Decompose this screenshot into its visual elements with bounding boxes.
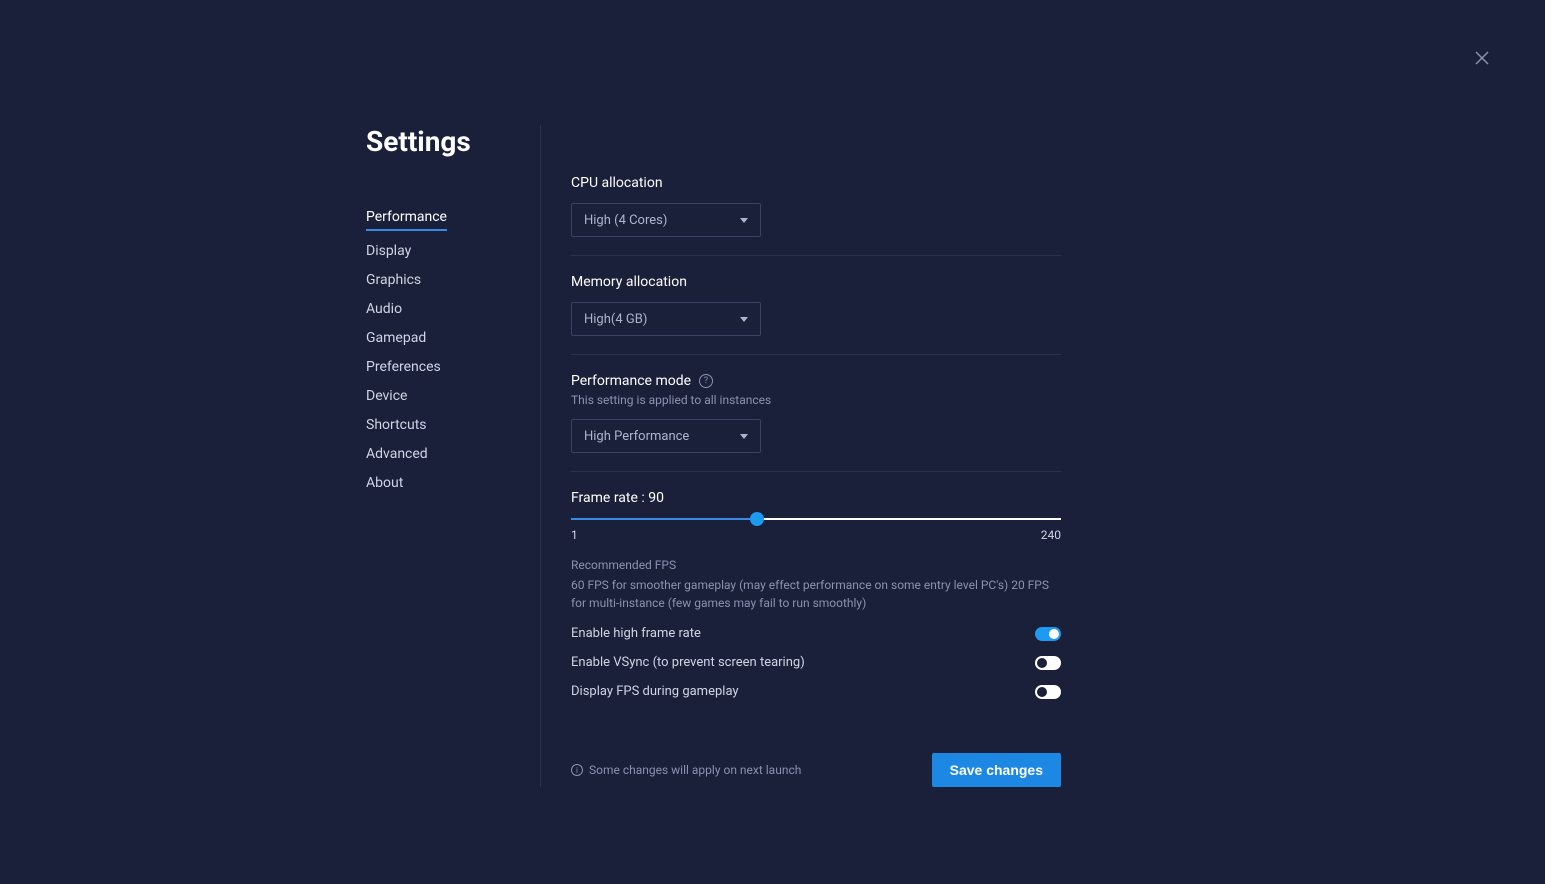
memory-allocation-label: Memory allocation [571, 274, 1061, 290]
slider-min: 1 [571, 528, 578, 542]
nav-item-device[interactable]: Device [366, 382, 520, 411]
cpu-allocation-dropdown[interactable]: High (4 Cores) [571, 203, 761, 237]
nav-item-performance[interactable]: Performance [366, 203, 447, 231]
slider-thumb[interactable] [750, 512, 764, 526]
close-icon [1474, 50, 1490, 66]
recommended-fps-body: 60 FPS for smoother gameplay (may effect… [571, 576, 1061, 612]
frame-rate-slider[interactable]: 1 240 [571, 518, 1061, 542]
memory-allocation-dropdown[interactable]: High(4 GB) [571, 302, 761, 336]
nav-item-shortcuts[interactable]: Shortcuts [366, 411, 520, 440]
nav-item-audio[interactable]: Audio [366, 295, 520, 324]
enable-high-frame-label: Enable high frame rate [571, 626, 701, 641]
cpu-allocation-value: High (4 Cores) [584, 213, 667, 228]
nav-item-advanced[interactable]: Advanced [366, 440, 520, 469]
caret-down-icon [740, 218, 748, 223]
caret-down-icon [740, 317, 748, 322]
close-button[interactable] [1474, 50, 1490, 66]
enable-vsync-label: Enable VSync (to prevent screen tearing) [571, 655, 805, 670]
cpu-allocation-label: CPU allocation [571, 175, 1061, 191]
slider-max: 240 [1041, 528, 1061, 542]
display-fps-toggle[interactable] [1035, 685, 1061, 699]
enable-vsync-toggle[interactable] [1035, 656, 1061, 670]
save-changes-button[interactable]: Save changes [932, 753, 1061, 787]
frame-rate-label: Frame rate : 90 [571, 490, 1061, 506]
nav-item-display[interactable]: Display [366, 237, 520, 266]
display-fps-label: Display FPS during gameplay [571, 684, 739, 699]
caret-down-icon [740, 434, 748, 439]
nav-item-preferences[interactable]: Preferences [366, 353, 520, 382]
nav-item-about[interactable]: About [366, 469, 520, 498]
nav-item-gamepad[interactable]: Gamepad [366, 324, 520, 353]
nav-list: Performance DisplayGraphicsAudioGamepadPr… [366, 203, 520, 498]
enable-high-frame-toggle[interactable] [1035, 627, 1061, 641]
nav-item-graphics[interactable]: Graphics [366, 266, 520, 295]
recommended-fps-title: Recommended FPS [571, 558, 1061, 572]
page-title: Settings [366, 125, 520, 158]
performance-mode-label: Performance mode ? [571, 373, 1061, 389]
footer-note: i Some changes will apply on next launch [571, 763, 801, 777]
performance-mode-dropdown[interactable]: High Performance [571, 419, 761, 453]
info-icon: i [571, 764, 583, 776]
memory-allocation-value: High(4 GB) [584, 312, 647, 327]
performance-mode-value: High Performance [584, 429, 689, 444]
help-icon[interactable]: ? [699, 374, 713, 388]
performance-mode-subtext: This setting is applied to all instances [571, 393, 1061, 407]
